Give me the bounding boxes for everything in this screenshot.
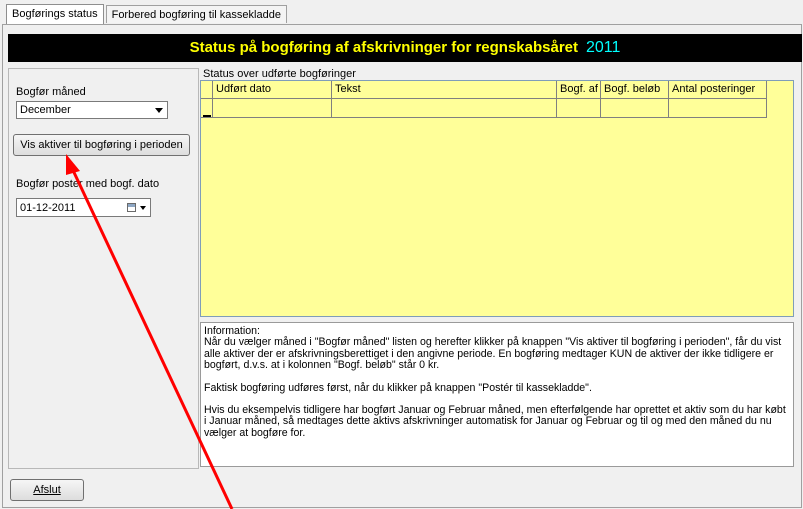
- status-grid[interactable]: Udført dato Tekst Bogf. af Bogf. beløb A…: [200, 80, 794, 317]
- calendar-icon[interactable]: [127, 203, 136, 212]
- col-bogf-af[interactable]: Bogf. af: [557, 81, 601, 99]
- info-paragraph-3: Hvis du eksempelvis tidligere har bogfør…: [204, 404, 786, 439]
- col-bogf-belob[interactable]: Bogf. beløb: [601, 81, 669, 99]
- grid-corner: [201, 81, 213, 99]
- chevron-down-icon[interactable]: [155, 108, 163, 113]
- show-assets-button[interactable]: Vis aktiver til bogføring i perioden: [13, 134, 190, 156]
- tab-forbered-bogforing[interactable]: Forbered bogføring til kassekladde: [105, 5, 287, 23]
- month-label: Bogfør måned: [16, 86, 86, 98]
- col-tekst[interactable]: Tekst: [332, 81, 557, 99]
- grid-header-row: Udført dato Tekst Bogf. af Bogf. beløb A…: [201, 81, 767, 99]
- table-row[interactable]: [201, 99, 767, 118]
- info-paragraph-1: Når du vælger måned i "Bogfør måned" lis…: [204, 336, 782, 372]
- info-paragraph-2: Faktisk bogføring udføres først, når du …: [204, 381, 592, 394]
- exit-button-label: Afslut: [33, 484, 61, 496]
- col-udfort-dato[interactable]: Udført dato: [213, 81, 332, 99]
- table-cell[interactable]: [601, 99, 669, 118]
- month-select[interactable]: December: [16, 101, 168, 119]
- table-cell[interactable]: [332, 99, 557, 118]
- tab-bogforings-status[interactable]: Bogførings status: [6, 4, 104, 24]
- header-title: Status på bogføring af afskrivninger for…: [189, 39, 578, 56]
- information-box: Information: Når du vælger måned i "Bogf…: [200, 322, 794, 467]
- left-pane: [8, 68, 199, 469]
- tab-strip: Bogførings status Forbered bogføring til…: [6, 4, 289, 24]
- table-cell[interactable]: [557, 99, 601, 118]
- grid-title: Status over udførte bogføringer: [203, 68, 356, 80]
- table-cell[interactable]: [213, 99, 332, 118]
- exit-button[interactable]: Afslut: [10, 479, 84, 501]
- date-label: Bogfør poster med bogf. dato: [16, 178, 160, 190]
- header-year: 2011: [586, 39, 621, 56]
- row-selector[interactable]: [201, 99, 213, 118]
- chevron-down-icon[interactable]: [140, 206, 146, 210]
- status-header: Status på bogføring af afskrivninger for…: [8, 34, 802, 62]
- col-antal-posteringer[interactable]: Antal posteringer: [669, 81, 767, 99]
- month-value: December: [20, 104, 71, 116]
- table-cell[interactable]: [669, 99, 767, 118]
- posting-date-value: 01-12-2011: [20, 202, 76, 214]
- posting-date-picker[interactable]: 01-12-2011: [16, 198, 151, 217]
